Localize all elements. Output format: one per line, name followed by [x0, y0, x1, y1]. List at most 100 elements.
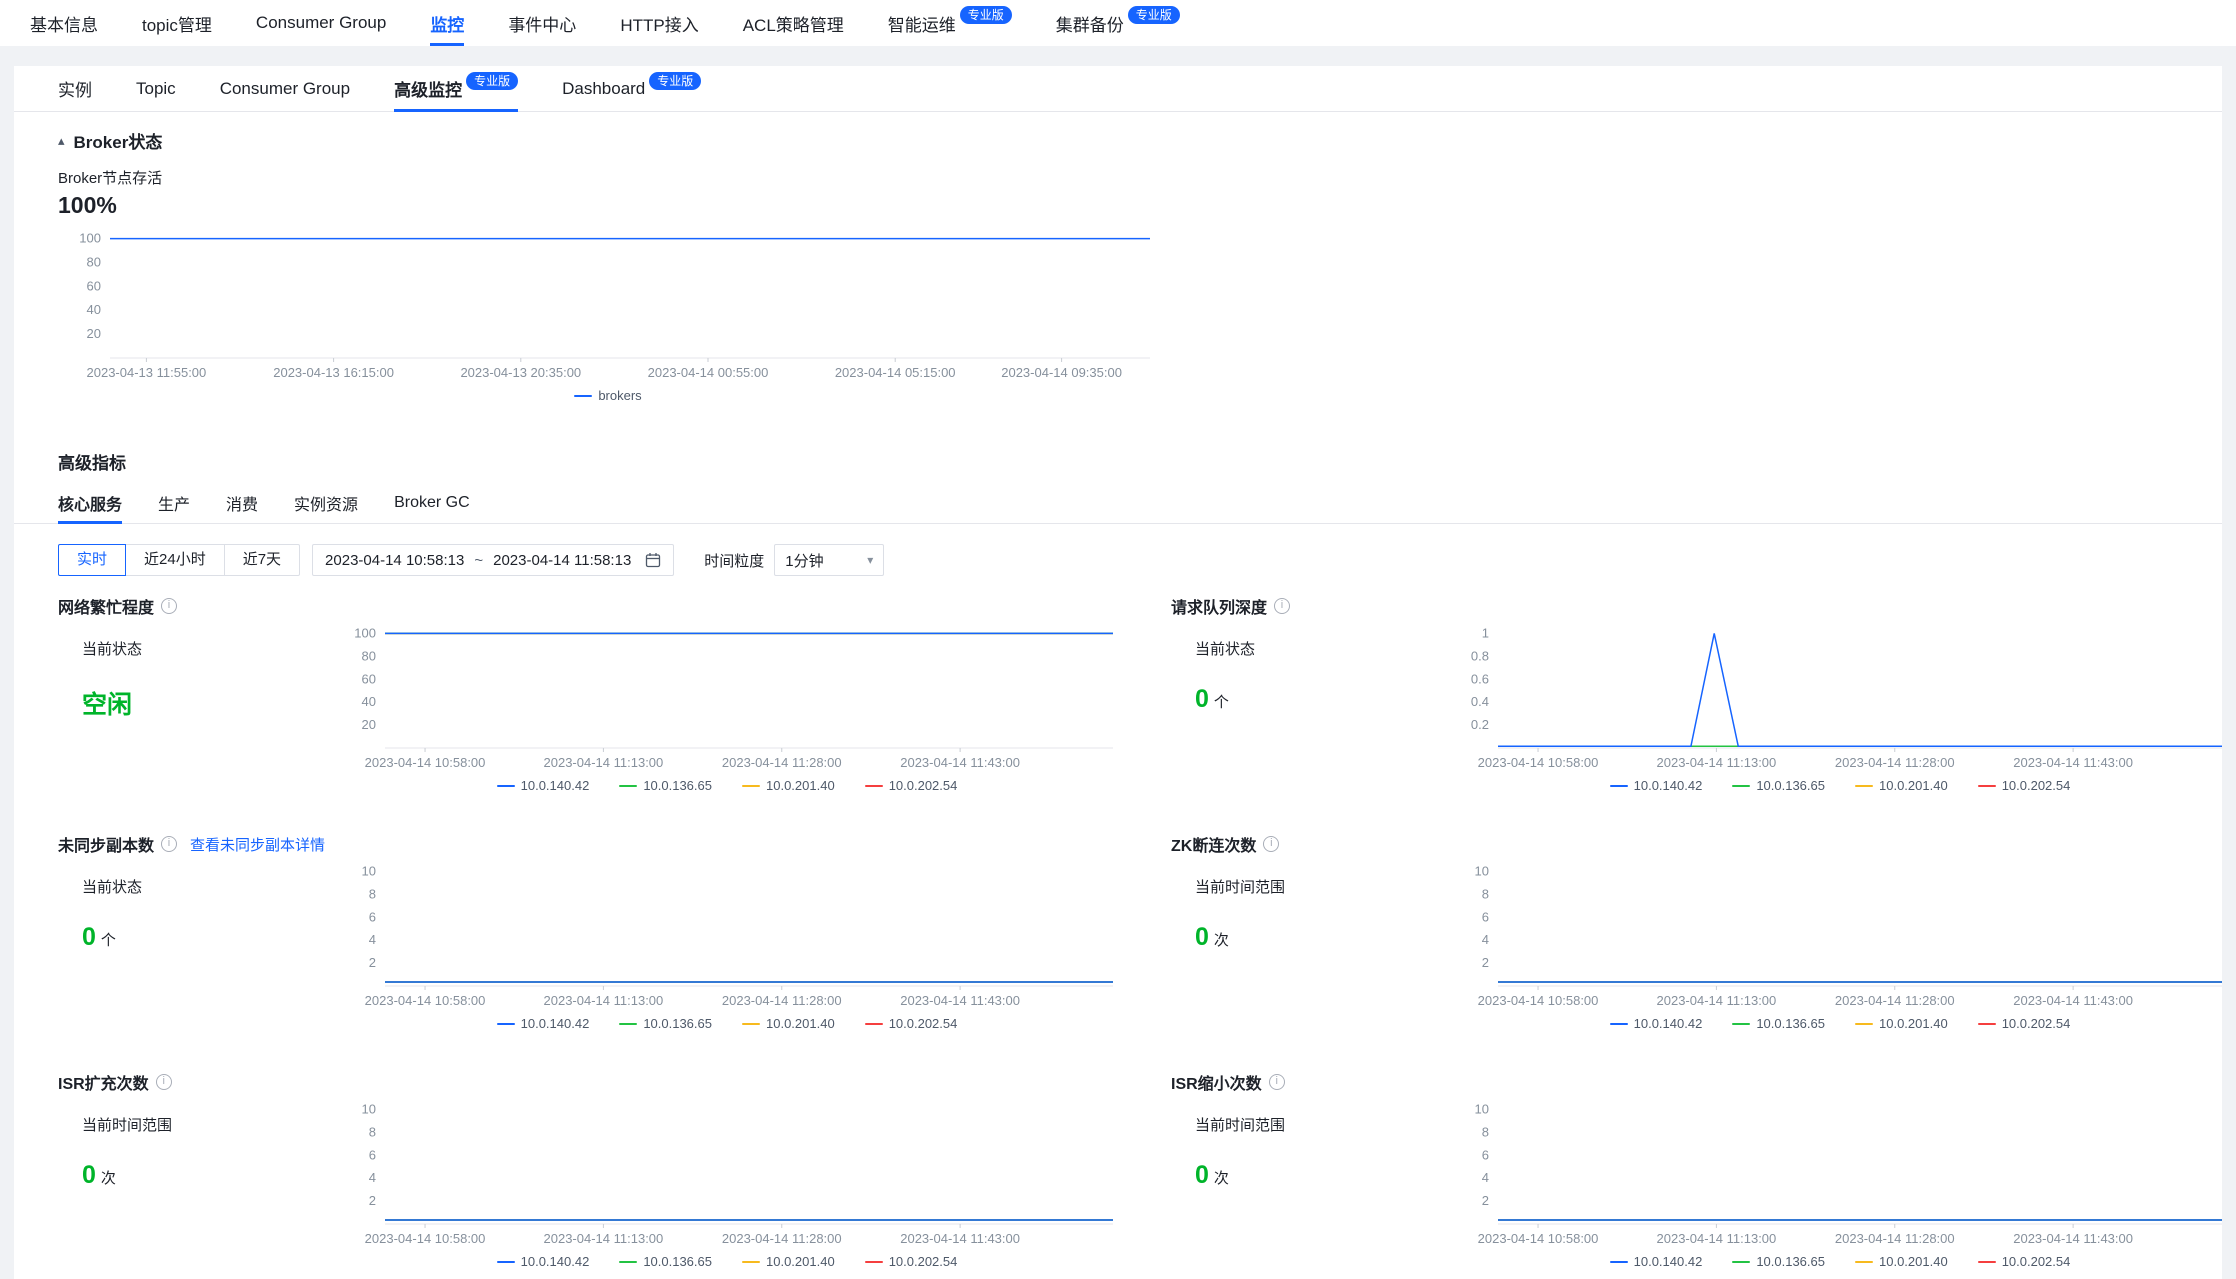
legend-item[interactable]: 10.0.140.42: [497, 1016, 590, 1031]
time-range-24h-button[interactable]: 近24小时: [125, 544, 225, 576]
nav-item-event-center[interactable]: 事件中心: [508, 0, 576, 46]
tab-broker-gc[interactable]: Broker GC: [394, 482, 470, 523]
tab-core-service[interactable]: 核心服务: [58, 482, 122, 523]
legend-label: 10.0.202.54: [2002, 778, 2071, 793]
nav-item-topic-management[interactable]: topic管理: [142, 0, 212, 46]
legend-label: 10.0.140.42: [1634, 1016, 1703, 1031]
legend-item[interactable]: 10.0.136.65: [1732, 1016, 1825, 1031]
legend-item[interactable]: 10.0.140.42: [497, 1254, 590, 1269]
panel-title: ISR扩充次数: [58, 1070, 149, 1094]
tab-label: Topic: [136, 79, 176, 99]
time-range-realtime-button[interactable]: 实时: [58, 544, 126, 576]
line-chart: 10.80.60.40.22023-04-14 10:58:002023-04-…: [1446, 624, 2222, 774]
legend-item[interactable]: 10.0.201.40: [1855, 778, 1948, 793]
info-icon[interactable]: i: [1274, 598, 1290, 614]
legend-line-marker: [1978, 1261, 1996, 1263]
legend-label: 10.0.202.54: [2002, 1016, 2071, 1031]
legend-line-marker: [497, 1261, 515, 1263]
nav-item-label: Consumer Group: [256, 13, 386, 33]
date-range-picker[interactable]: 2023-04-14 10:58:13 ~ 2023-04-14 11:58:1…: [312, 544, 674, 576]
tab-advanced-monitoring[interactable]: 高级监控专业版: [394, 66, 518, 111]
chart-legend: 10.0.140.42 10.0.136.65 10.0.201.40 10.0.20…: [333, 1254, 1121, 1269]
svg-text:2023-04-14 11:28:00: 2023-04-14 11:28:00: [722, 993, 842, 1008]
state-value: 空闲: [82, 685, 333, 721]
legend-item[interactable]: 10.0.202.54: [865, 1016, 958, 1031]
legend-line-marker: [1610, 785, 1628, 787]
tab-label: 高级监控: [394, 76, 462, 101]
info-icon[interactable]: i: [1263, 836, 1279, 852]
state-value-unit: 次: [1214, 932, 1229, 949]
legend-item[interactable]: 10.0.201.40: [742, 1016, 835, 1031]
legend-item[interactable]: 10.0.201.40: [1855, 1016, 1948, 1031]
svg-text:1: 1: [1482, 625, 1489, 640]
legend-item[interactable]: 10.0.136.65: [619, 1254, 712, 1269]
svg-text:2023-04-14 11:13:00: 2023-04-14 11:13:00: [1657, 993, 1777, 1008]
chart-column: 1086422023-04-14 10:58:002023-04-14 11:1…: [1446, 862, 2222, 1031]
svg-text:10: 10: [362, 863, 376, 878]
legend-item[interactable]: 10.0.202.54: [865, 1254, 958, 1269]
svg-text:2: 2: [1482, 955, 1489, 970]
chart-column: 1086422023-04-14 10:58:002023-04-14 11:1…: [333, 862, 1121, 1031]
nav-item-consumer-group[interactable]: Consumer Group: [256, 0, 386, 46]
nav-item-cluster-backup[interactable]: 集群备份专业版: [1056, 0, 1180, 46]
panel-title: 网络繁忙程度: [58, 594, 154, 618]
line-chart: 1086422023-04-14 10:58:002023-04-14 11:1…: [333, 1100, 1121, 1250]
state-label: 当前状态: [1195, 638, 1446, 659]
tab-dashboard[interactable]: Dashboard专业版: [562, 66, 701, 111]
legend-line-marker: [1732, 1023, 1750, 1025]
legend-item[interactable]: 10.0.202.54: [1978, 778, 2071, 793]
info-icon[interactable]: i: [1269, 1074, 1285, 1090]
svg-text:60: 60: [87, 278, 101, 293]
nav-item-basic-info[interactable]: 基本信息: [30, 0, 98, 46]
info-icon[interactable]: i: [156, 1074, 172, 1090]
svg-text:4: 4: [1482, 1170, 1489, 1185]
collapse-icon[interactable]: ▴: [58, 133, 65, 149]
svg-text:10: 10: [1475, 1101, 1489, 1116]
panel-header: ZK断连次数 i: [1171, 832, 2222, 856]
tab-topic[interactable]: Topic: [136, 66, 176, 111]
tab-instance[interactable]: 实例: [58, 66, 92, 111]
legend-line-marker: [574, 395, 592, 397]
info-icon[interactable]: i: [161, 836, 177, 852]
nav-item-smart-ops[interactable]: 智能运维专业版: [888, 0, 1012, 46]
granularity-select[interactable]: 1分钟 ▾: [774, 544, 884, 576]
state-value-unit: 个: [101, 932, 116, 949]
legend-label: 10.0.140.42: [521, 778, 590, 793]
legend-item[interactable]: 10.0.136.65: [1732, 778, 1825, 793]
legend-item[interactable]: 10.0.136.65: [619, 778, 712, 793]
panel-title: 请求队列深度: [1171, 594, 1267, 618]
legend-item[interactable]: 10.0.140.42: [497, 778, 590, 793]
legend-item[interactable]: 10.0.201.40: [742, 1254, 835, 1269]
svg-text:2023-04-14 11:28:00: 2023-04-14 11:28:00: [722, 1231, 842, 1246]
time-range-7d-button[interactable]: 近7天: [224, 544, 300, 576]
legend-item[interactable]: 10.0.136.65: [619, 1016, 712, 1031]
legend-item[interactable]: 10.0.136.65: [1732, 1254, 1825, 1269]
broker-alive-label: Broker节点存活: [58, 167, 2178, 188]
legend-item[interactable]: 10.0.140.42: [1610, 778, 1703, 793]
tab-instance-resource[interactable]: 实例资源: [294, 482, 358, 523]
tab-produce[interactable]: 生产: [158, 482, 190, 523]
legend-item[interactable]: 10.0.202.54: [865, 778, 958, 793]
svg-text:100: 100: [79, 231, 101, 246]
legend-label: 10.0.140.42: [521, 1016, 590, 1031]
legend-item[interactable]: 10.0.202.54: [1978, 1016, 2071, 1031]
nav-item-monitoring[interactable]: 监控: [430, 0, 464, 46]
tab-consume[interactable]: 消费: [226, 482, 258, 523]
view-unsynced-replica-details-link[interactable]: 查看未同步副本详情: [190, 834, 325, 855]
nav-item-http-access[interactable]: HTTP接入: [620, 0, 698, 46]
legend-item[interactable]: 10.0.201.40: [742, 778, 835, 793]
svg-text:2023-04-14 11:28:00: 2023-04-14 11:28:00: [1835, 1231, 1955, 1246]
legend-item[interactable]: brokers: [574, 388, 641, 403]
legend-line-marker: [1855, 785, 1873, 787]
legend-line-marker: [1978, 1023, 1996, 1025]
legend-item[interactable]: 10.0.201.40: [1855, 1254, 1948, 1269]
info-icon[interactable]: i: [161, 598, 177, 614]
tab-consumer-group[interactable]: Consumer Group: [220, 66, 350, 111]
metric-panel-unsynced-replicas: 未同步副本数 i 查看未同步副本详情 当前状态 0个 1086422023-04…: [58, 832, 1121, 1070]
legend-label: 10.0.140.42: [1634, 778, 1703, 793]
legend-item[interactable]: 10.0.140.42: [1610, 1016, 1703, 1031]
legend-item[interactable]: 10.0.202.54: [1978, 1254, 2071, 1269]
legend-item[interactable]: 10.0.140.42: [1610, 1254, 1703, 1269]
chart-column: 1086422023-04-14 10:58:002023-04-14 11:1…: [333, 1100, 1121, 1269]
nav-item-acl-policy[interactable]: ACL策略管理: [743, 0, 844, 46]
